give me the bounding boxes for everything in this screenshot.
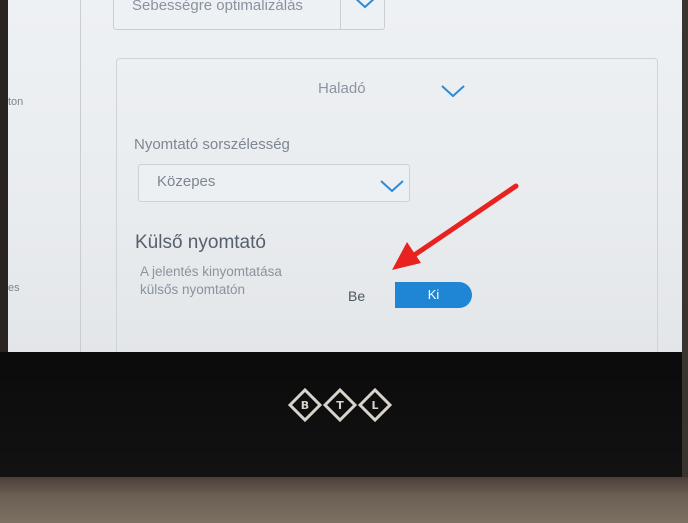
settings-panel xyxy=(116,58,658,352)
btl-logo: B T L xyxy=(287,387,393,423)
logo-letter: B xyxy=(301,399,309,412)
left-navigation: ton es xyxy=(8,0,81,352)
external-printer-title: Külső nyomtató xyxy=(135,232,266,253)
logo-letter: L xyxy=(371,399,378,412)
chevron-down-icon[interactable] xyxy=(440,84,466,98)
speed-optimization-select[interactable]: Sebességre optimalizálás xyxy=(113,0,385,30)
print-width-select[interactable]: Közepes xyxy=(138,164,410,202)
select-divider xyxy=(340,0,341,29)
chevron-down-icon xyxy=(380,180,404,193)
nav-item-fragment[interactable]: ton xyxy=(8,96,23,108)
print-width-label: Nyomtató sorszélesség xyxy=(134,136,290,153)
nav-item-fragment[interactable]: es xyxy=(8,282,20,294)
device-screen: ton es Sebességre optimalizálás Haladó N… xyxy=(8,0,682,352)
select-value: Közepes xyxy=(157,173,216,190)
toggle-off-option[interactable]: Ki xyxy=(395,282,472,308)
chevron-down-icon xyxy=(355,0,375,9)
logo-letter: T xyxy=(336,399,344,412)
select-value: Sebességre optimalizálás xyxy=(132,0,303,14)
advanced-select-value[interactable]: Haladó xyxy=(318,80,366,97)
photo-background-right xyxy=(682,0,688,523)
table-surface xyxy=(0,477,688,523)
external-printer-description: A jelentés kinyomtatása külsős nyomtatón xyxy=(140,264,282,297)
toggle-on-option[interactable]: Be xyxy=(348,288,365,304)
